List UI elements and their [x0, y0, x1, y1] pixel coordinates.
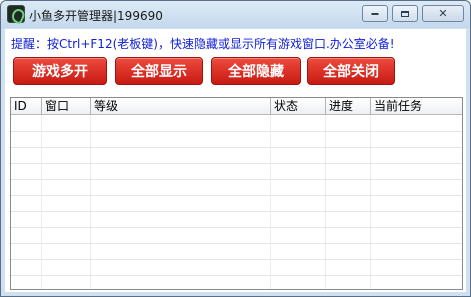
- title-bar[interactable]: 小鱼多开管理器|199690 ✕: [1, 1, 470, 28]
- multi-open-button[interactable]: 游戏多开: [13, 57, 107, 85]
- minimize-icon: [371, 12, 379, 15]
- column-header-window[interactable]: 窗口: [42, 98, 91, 115]
- close-button[interactable]: ✕: [422, 5, 464, 22]
- minimize-button[interactable]: [362, 5, 388, 22]
- grid-column-divider: [325, 115, 326, 289]
- client-area: 提醒：按Ctrl+F12(老板键)，快速隐藏或显示所有游戏窗口.办公室必备! 游…: [5, 29, 466, 292]
- close-all-button[interactable]: 全部关闭: [307, 57, 395, 85]
- grid-column-divider: [90, 115, 91, 289]
- show-all-button[interactable]: 全部显示: [115, 57, 203, 85]
- grid-row-divider: [11, 259, 462, 260]
- grid-row-divider: [11, 131, 462, 132]
- hotkey-hint: 提醒：按Ctrl+F12(老板键)，快速隐藏或显示所有游戏窗口.办公室必备!: [11, 37, 395, 51]
- grid-row-divider: [11, 179, 462, 180]
- column-header-level[interactable]: 等级: [91, 98, 271, 115]
- main-window: 小鱼多开管理器|199690 ✕ 提醒：按Ctrl+F12(老板键)，快速隐藏或…: [0, 0, 471, 297]
- fish-app-icon: [7, 5, 25, 23]
- column-header-progress[interactable]: 进度: [326, 98, 371, 115]
- table-header: ID 窗口 等级 状态 进度 当前任务: [11, 98, 462, 115]
- maximize-button[interactable]: [392, 5, 418, 22]
- hide-all-button[interactable]: 全部隐藏: [211, 57, 301, 85]
- grid-column-divider: [370, 115, 371, 289]
- maximize-icon: [401, 10, 409, 17]
- grid-row-divider: [11, 147, 462, 148]
- window-title: 小鱼多开管理器|199690: [29, 9, 163, 23]
- grid-column-divider: [41, 115, 42, 289]
- grid-row-divider: [11, 227, 462, 228]
- grid-column-divider: [270, 115, 271, 289]
- window-list-table[interactable]: ID 窗口 等级 状态 进度 当前任务: [10, 97, 463, 290]
- column-header-id[interactable]: ID: [11, 98, 42, 115]
- grid-row-divider: [11, 211, 462, 212]
- close-icon: ✕: [438, 6, 448, 20]
- column-header-current-task[interactable]: 当前任务: [371, 98, 462, 115]
- column-header-status[interactable]: 状态: [271, 98, 326, 115]
- grid-row-divider: [11, 243, 462, 244]
- grid-row-divider: [11, 195, 462, 196]
- window-controls: ✕: [358, 5, 464, 22]
- grid-row-divider: [11, 163, 462, 164]
- grid-row-divider: [11, 275, 462, 276]
